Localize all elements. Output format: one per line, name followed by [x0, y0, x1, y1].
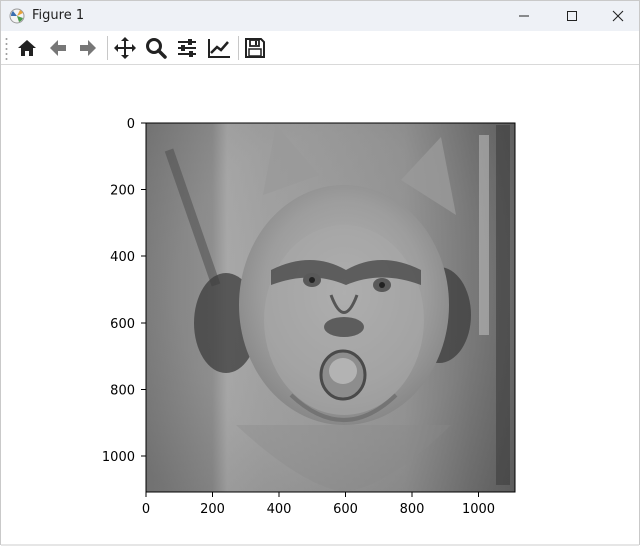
- y-axis: 0 200 400 600 800 1000: [102, 117, 146, 465]
- figure-window: Figure 1 0 200 400 600 800 1000 0 200 40…: [0, 0, 640, 546]
- configure-subplots-button[interactable]: [173, 34, 201, 62]
- arrow-right-icon: [80, 40, 96, 56]
- forward-button[interactable]: [74, 34, 102, 62]
- close-icon: [612, 10, 624, 22]
- floppy-disk-icon: [245, 38, 265, 58]
- move-icon: [114, 37, 136, 59]
- x-tick-label: 0: [142, 502, 150, 517]
- maximize-button[interactable]: [549, 1, 595, 31]
- x-tick-label: 200: [200, 502, 225, 517]
- x-axis: 0 200 400 600 800 1000: [142, 492, 495, 517]
- arrow-left-icon: [50, 40, 66, 56]
- y-tick-label: 400: [110, 250, 135, 265]
- toolbar-separator: [107, 36, 108, 60]
- plot-svg: 0 200 400 600 800 1000 0 200 400 600 800: [102, 117, 516, 517]
- y-tick-label: 800: [110, 384, 135, 399]
- y-tick-label: 1000: [102, 450, 135, 465]
- back-button[interactable]: [44, 34, 72, 62]
- window-title: Figure 1: [32, 8, 85, 23]
- magnifier-icon: [146, 38, 167, 59]
- title-bar: Figure 1: [1, 1, 639, 31]
- sliders-icon: [178, 39, 196, 57]
- pan-button[interactable]: [111, 34, 139, 62]
- x-tick-label: 600: [333, 502, 358, 517]
- toolbar-separator: [238, 36, 239, 60]
- close-button[interactable]: [595, 1, 640, 31]
- x-tick-label: 1000: [462, 502, 495, 517]
- y-tick-label: 600: [110, 317, 135, 332]
- edit-axis-button[interactable]: [205, 34, 233, 62]
- zoom-button[interactable]: [142, 34, 170, 62]
- x-tick-label: 400: [267, 502, 292, 517]
- maximize-icon: [567, 11, 577, 21]
- home-icon: [18, 40, 36, 56]
- save-button[interactable]: [241, 34, 269, 62]
- toolbar-grip-icon: [5, 38, 8, 60]
- hybrid-image: [146, 123, 515, 492]
- line-chart-icon: [208, 39, 230, 58]
- matplotlib-logo-icon: [9, 8, 25, 24]
- x-tick-label: 800: [400, 502, 425, 517]
- navigation-toolbar: [1, 31, 639, 65]
- y-tick-label: 0: [127, 117, 135, 132]
- minimize-icon: [519, 15, 529, 17]
- home-button[interactable]: [13, 34, 41, 62]
- minimize-button[interactable]: [501, 1, 547, 31]
- figure-canvas[interactable]: 0 200 400 600 800 1000 0 200 400 600 800: [1, 65, 639, 545]
- status-strip: [1, 544, 639, 546]
- y-tick-label: 200: [110, 184, 135, 199]
